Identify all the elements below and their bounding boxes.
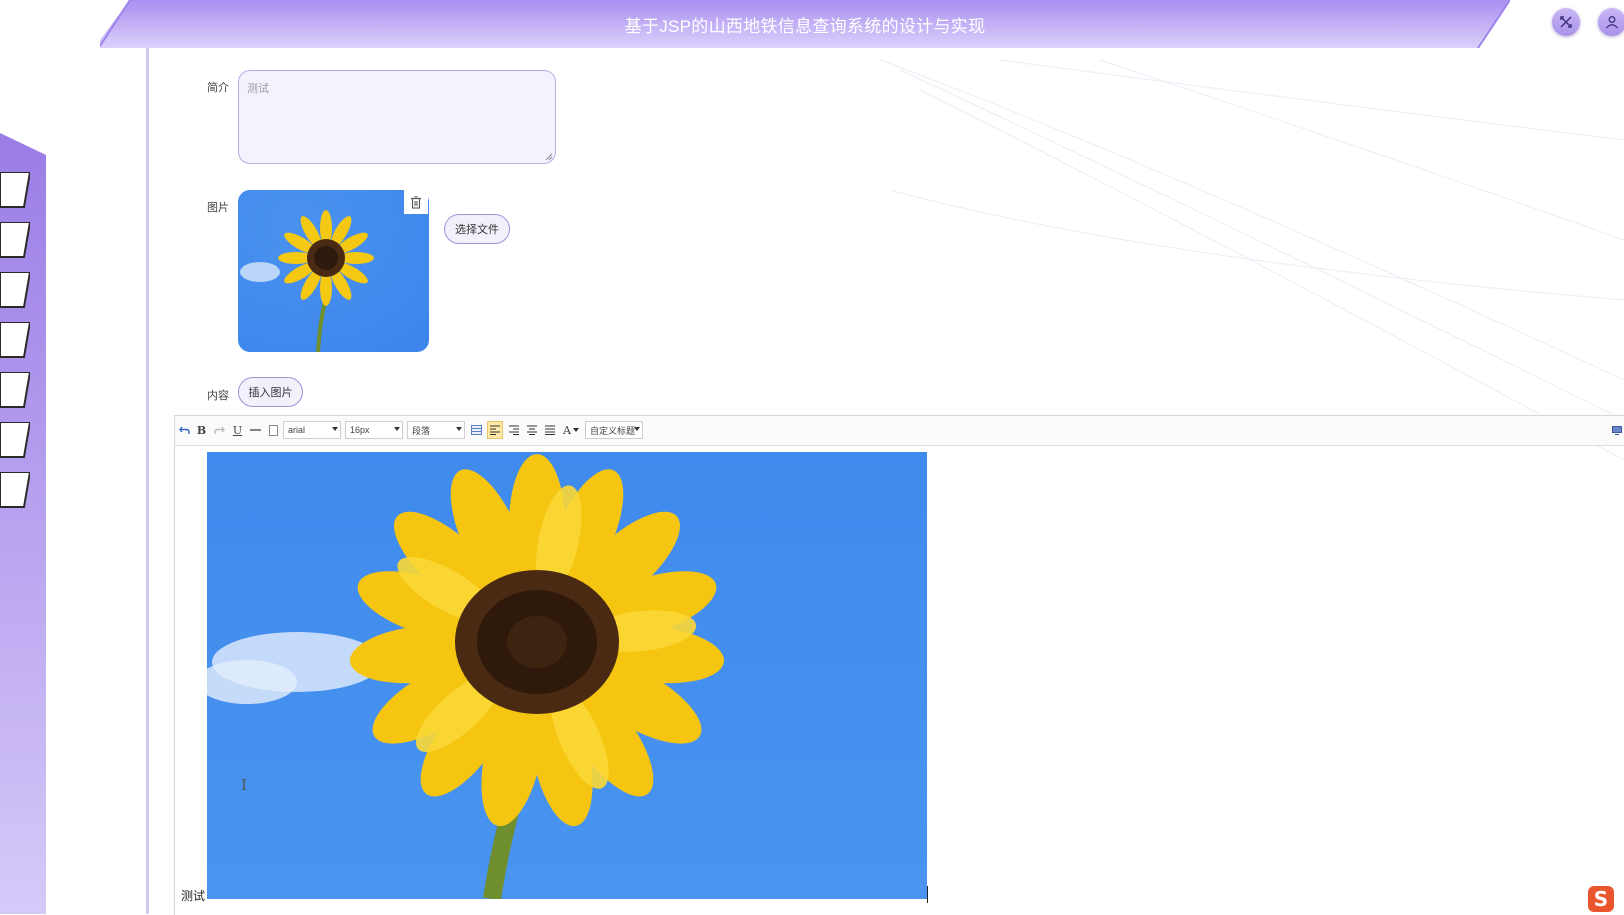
redo-icon bbox=[213, 426, 225, 434]
user-button[interactable] bbox=[1598, 8, 1624, 36]
horizontal-rule-icon bbox=[249, 429, 261, 431]
font-color-button[interactable]: A bbox=[561, 421, 581, 439]
font-size-value: 16px bbox=[350, 425, 370, 435]
bold-button[interactable]: B bbox=[195, 421, 208, 439]
font-family-value: arial bbox=[288, 425, 306, 435]
intro-placeholder: 测试 bbox=[247, 83, 269, 95]
sidebar-menu-item[interactable] bbox=[0, 372, 30, 408]
undo-button[interactable] bbox=[177, 421, 191, 439]
font-family-select[interactable]: arial bbox=[283, 421, 341, 439]
font-size-select[interactable]: 16px bbox=[345, 421, 403, 439]
editor-sunflower-image bbox=[207, 452, 927, 899]
align-center-button[interactable] bbox=[525, 421, 539, 439]
sidebar-menu-item[interactable] bbox=[0, 172, 30, 208]
align-center-icon bbox=[527, 425, 537, 435]
redo-button[interactable] bbox=[212, 421, 226, 439]
collapse-button[interactable] bbox=[1552, 8, 1580, 36]
monitor-icon bbox=[1612, 425, 1622, 435]
delete-image-button[interactable] bbox=[404, 190, 428, 214]
image-label: 图片 bbox=[207, 202, 229, 214]
resize-grip-icon[interactable] bbox=[545, 153, 553, 161]
paragraph-value: 段落 bbox=[412, 425, 431, 436]
sidebar-menu-item[interactable] bbox=[0, 422, 30, 458]
align-right-button[interactable] bbox=[507, 421, 521, 439]
sidebar-menu-item[interactable] bbox=[0, 222, 30, 258]
align-left-icon bbox=[490, 425, 500, 435]
align-justify-button[interactable] bbox=[543, 421, 557, 439]
content-divider bbox=[146, 48, 149, 914]
trash-icon bbox=[411, 195, 421, 209]
source-view-button[interactable] bbox=[1611, 421, 1623, 439]
intro-label: 简介 bbox=[207, 82, 229, 94]
ime-logo-icon[interactable]: S bbox=[1588, 886, 1614, 912]
custom-title-value: 自定义标题 bbox=[590, 425, 636, 436]
font-color-label: A bbox=[563, 423, 571, 437]
paste-icon bbox=[268, 424, 278, 436]
align-justify-icon bbox=[545, 425, 555, 435]
custom-title-select[interactable]: 自定义标题 bbox=[585, 421, 643, 439]
sidebar-menu-item[interactable] bbox=[0, 472, 30, 508]
editor-toolbar: B U arial 16px 段落 A 自定义标题 bbox=[175, 416, 1624, 446]
choose-file-button[interactable]: 选择文件 bbox=[444, 214, 510, 244]
insert-image-button[interactable]: 插入图片 bbox=[238, 377, 303, 407]
rich-text-editor[interactable]: B U arial 16px 段落 A 自定义标题 I 测试 bbox=[174, 415, 1624, 915]
undo-icon bbox=[178, 426, 190, 434]
user-icon bbox=[1606, 16, 1618, 29]
horizontal-rule-button[interactable] bbox=[248, 421, 262, 439]
sidebar-menu-item[interactable] bbox=[0, 322, 30, 358]
editor-content-text: 测试 bbox=[181, 889, 206, 903]
text-caret bbox=[927, 886, 928, 903]
content-label: 内容 bbox=[207, 390, 229, 402]
paragraph-select[interactable]: 段落 bbox=[407, 421, 465, 439]
paste-button[interactable] bbox=[266, 421, 280, 439]
underline-button[interactable]: U bbox=[231, 421, 244, 439]
align-left-button[interactable] bbox=[487, 421, 503, 439]
intro-textarea[interactable]: 测试 bbox=[238, 70, 556, 164]
image-thumbnail bbox=[238, 190, 429, 352]
page-title: 基于JSP的山西地铁信息查询系统的设计与实现 bbox=[624, 16, 986, 36]
sidebar-menu-item[interactable] bbox=[0, 272, 30, 308]
collapse-icon bbox=[1560, 16, 1572, 28]
table-icon bbox=[470, 425, 482, 435]
table-button[interactable] bbox=[469, 421, 483, 439]
chevron-down-icon bbox=[572, 428, 579, 432]
text-cursor-icon: I bbox=[241, 776, 247, 794]
align-right-icon bbox=[509, 425, 519, 435]
